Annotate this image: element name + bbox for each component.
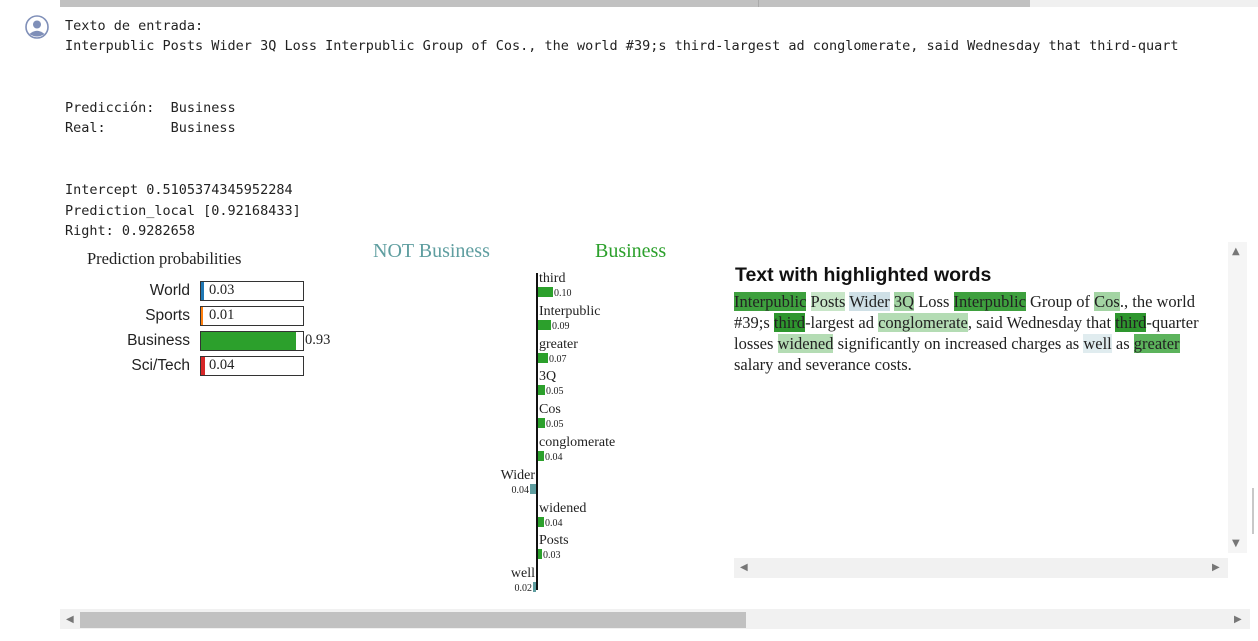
highlighted-word: greater [1133, 334, 1180, 353]
feature-value: 0.03 [543, 550, 561, 562]
feature-value: 0.04 [545, 452, 563, 463]
feature-bar [538, 287, 553, 297]
probability-bar-fill [201, 357, 205, 375]
feature-value: 0.02 [514, 583, 533, 595]
not-business-header: NOT Business [373, 240, 490, 262]
top-scrollbar-divider [758, 0, 759, 7]
probability-bar-box: 0.01 [200, 306, 304, 326]
probability-label: Sci/Tech [131, 357, 190, 374]
probability-value: 0.03 [209, 282, 235, 298]
feature-label: conglomerate [539, 435, 616, 450]
plain-text: Group of [1025, 292, 1095, 311]
probability-row: Business 0.93 [90, 331, 340, 353]
highlighted-word: widened [777, 334, 834, 353]
scroll-left-icon[interactable]: ◀ [740, 562, 748, 573]
probability-label: Business [127, 332, 190, 349]
highlighted-word: conglomerate [878, 313, 968, 332]
probability-bar-box: 0.04 [200, 356, 304, 376]
scroll-down-icon[interactable]: ▼ [1232, 538, 1240, 549]
feature-value: 0.10 [554, 288, 572, 299]
feature-bar [538, 451, 544, 461]
feature-bar [538, 352, 548, 363]
user-avatar-icon [25, 15, 49, 39]
scroll-right-icon[interactable]: ▶ [1212, 562, 1220, 573]
highlighted-word: Wider [849, 292, 890, 311]
highlighted-word: third [1115, 313, 1147, 332]
input-label: Texto de entrada: [65, 18, 204, 34]
plain-text: Loss [914, 292, 954, 311]
feature-value: 0.05 [546, 386, 564, 398]
scroll-up-icon[interactable]: ▲ [1232, 246, 1240, 257]
highlighted-word: 3Q [893, 292, 915, 311]
highlighted-text: Interpublic Posts Wider 3Q Loss Interpub… [734, 291, 1214, 375]
feature-label: third [539, 271, 566, 286]
main-scrollbar-thumb[interactable] [80, 612, 746, 628]
intercept-line: Intercept 0.5105374345952284 [65, 182, 293, 198]
prediction-local-line: Prediction_local [0.92168433] [65, 203, 301, 219]
feature-value: 0.04 [545, 517, 563, 529]
plain-text: significantly on increased charges as [833, 334, 1084, 353]
plain-text: salary and severance costs. [734, 355, 912, 374]
right-line: Right: 0.9282658 [65, 223, 196, 239]
probability-row: Sci/Tech 0.04 [90, 356, 340, 378]
probability-value: 0.93 [305, 332, 331, 348]
plain-text: , said Wednesday that [967, 313, 1116, 332]
feature-label: 3Q [539, 369, 557, 385]
highlighted-word: Posts [810, 292, 846, 311]
feature-bar [533, 582, 536, 593]
probability-row: Sports 0.01 [90, 306, 340, 328]
feature-bar [538, 319, 551, 330]
real-line: Real: Business [65, 120, 236, 136]
highlighted-word: third [773, 313, 806, 332]
frame-horizontal-scrollbar[interactable]: ◀ ▶ [734, 558, 1228, 578]
feature-label: widened [539, 500, 587, 516]
probability-bar-box: 0.93 [200, 331, 330, 351]
business-header: Business [595, 240, 667, 262]
feature-value: 0.04 [511, 484, 530, 496]
probability-label: Sports [145, 307, 190, 324]
probability-label: World [149, 282, 190, 299]
feature-bar [538, 385, 545, 396]
highlighted-word: well [1083, 334, 1112, 353]
plain-text: -largest ad [805, 313, 879, 332]
feature-value: 0.07 [549, 353, 567, 365]
main-scroll-right-icon[interactable]: ▶ [1234, 614, 1242, 625]
top-scrollbar[interactable] [60, 0, 1258, 7]
feature-bar [530, 483, 536, 494]
output-horizontal-scrollbar[interactable]: ◀ ▶ [60, 609, 1250, 629]
prediction-probabilities-title: Prediction probabilities [87, 249, 242, 268]
plain-text: as [1111, 334, 1134, 353]
probability-bar-box: 0.03 [200, 281, 304, 301]
feature-label: Wider [500, 467, 535, 483]
frame-vertical-scrollbar[interactable]: ▲ ▼ [1228, 242, 1247, 553]
probability-row: World 0.03 [90, 281, 340, 303]
feature-value: 0.09 [552, 320, 570, 332]
feature-bar [538, 418, 545, 429]
feature-label: well [510, 566, 535, 582]
probability-value: 0.04 [209, 357, 235, 373]
highlighted-text-title: Text with highlighted words [735, 264, 992, 286]
feature-value: 0.05 [546, 419, 564, 431]
probability-value: 0.01 [209, 307, 235, 323]
prediction-line: Predicción: Business [65, 100, 236, 116]
feature-bar [538, 516, 544, 527]
feature-label: Interpublic [539, 303, 601, 319]
highlighted-word: Interpublic [953, 292, 1026, 311]
output-resize-handle[interactable] [1252, 488, 1258, 534]
input-text: Interpublic Posts Wider 3Q Loss Interpub… [65, 38, 1179, 54]
feature-label: greater [539, 336, 578, 352]
highlighted-word: Cos [1094, 292, 1120, 311]
probability-bar-fill [201, 332, 296, 350]
feature-label: Posts [539, 533, 569, 549]
feature-bar [538, 549, 542, 560]
probability-bar-fill [201, 307, 203, 325]
main-scroll-left-icon[interactable]: ◀ [66, 614, 74, 625]
plain-text [806, 292, 810, 311]
probability-bar-fill [201, 282, 204, 300]
top-scrollbar-thumb[interactable] [60, 0, 1030, 7]
feature-label: Cos [539, 402, 561, 418]
highlighted-word: Interpublic [734, 292, 807, 311]
